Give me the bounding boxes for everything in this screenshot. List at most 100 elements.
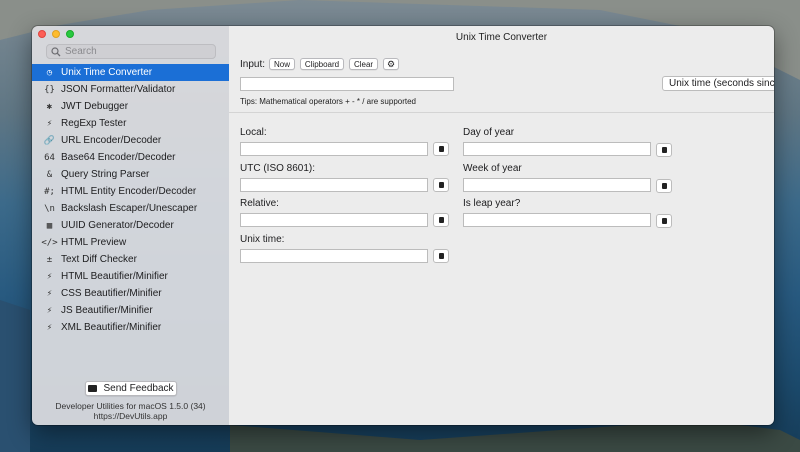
sidebar-item-label: XML Beautifier/Minifier bbox=[61, 322, 162, 333]
sidebar-item[interactable]: ▦ UUID Generator/Decoder bbox=[32, 217, 229, 234]
leap-year-label: Is leap year? bbox=[463, 198, 521, 209]
copy-icon bbox=[438, 253, 444, 259]
copy-day-of-year-button[interactable] bbox=[656, 143, 672, 157]
relative-label: Relative: bbox=[240, 198, 279, 209]
sidebar-item[interactable]: ⚡ JS Beautifier/Minifier bbox=[32, 302, 229, 319]
leap-year-output[interactable] bbox=[463, 213, 651, 227]
base64-icon: 64 bbox=[44, 152, 55, 163]
sidebar-item[interactable]: ⚡ XML Beautifier/Minifier bbox=[32, 319, 229, 336]
utc-label: UTC (ISO 8601): bbox=[240, 163, 316, 174]
sidebar-item[interactable]: & Query String Parser bbox=[32, 166, 229, 183]
link-icon: 🔗 bbox=[43, 135, 56, 146]
copy-local-button[interactable] bbox=[433, 142, 449, 156]
sidebar-item[interactable]: #; HTML Entity Encoder/Decoder bbox=[32, 183, 229, 200]
now-button[interactable]: Now bbox=[269, 58, 295, 70]
sidebar: Search ◷ Unix Time Converter {} JSON Format… bbox=[32, 26, 229, 425]
copy-icon bbox=[438, 182, 444, 188]
sidebar-item-label: URL Encoder/Decoder bbox=[61, 135, 162, 146]
sidebar-item-label: Backslash Escaper/Unescaper bbox=[61, 203, 198, 214]
copy-icon bbox=[661, 183, 667, 189]
wand-icon: ⚡ bbox=[46, 288, 53, 299]
unix-time-output[interactable] bbox=[240, 249, 428, 263]
input-format-select[interactable]: Unix time (seconds since epoch) ▲▼ bbox=[662, 76, 774, 91]
local-label: Local: bbox=[240, 127, 267, 138]
sidebar-item-label: HTML Beautifier/Minifier bbox=[61, 271, 168, 282]
sidebar-item[interactable]: 64 Base64 Encoder/Decoder bbox=[32, 149, 229, 166]
week-of-year-output[interactable] bbox=[463, 178, 651, 192]
wand-icon: ⚡ bbox=[46, 305, 53, 316]
tips-text: Tips: Mathematical operators + - * / are… bbox=[240, 97, 417, 106]
clipboard-button[interactable]: Clipboard bbox=[300, 58, 344, 70]
day-of-year-label: Day of year bbox=[463, 127, 515, 138]
send-feedback-button[interactable]: Send Feedback bbox=[85, 381, 177, 396]
close-window-button[interactable] bbox=[38, 30, 46, 38]
divider bbox=[229, 112, 774, 113]
braces-icon: {} bbox=[44, 84, 55, 95]
ampersand-icon: & bbox=[46, 169, 53, 180]
search-field[interactable]: Search bbox=[46, 44, 216, 59]
settings-gear-icon[interactable]: ⚙ bbox=[383, 58, 399, 70]
sidebar-item-label: RegExp Tester bbox=[61, 118, 127, 129]
sidebar-item[interactable]: </> HTML Preview bbox=[32, 234, 229, 251]
sidebar-item-label: Text Diff Checker bbox=[61, 254, 137, 265]
code-icon: </> bbox=[41, 237, 58, 248]
hash-icon: #; bbox=[44, 186, 55, 197]
sidebar-item[interactable]: {} JSON Formatter/Validator bbox=[32, 81, 229, 98]
copy-relative-button[interactable] bbox=[433, 213, 449, 227]
copy-week-of-year-button[interactable] bbox=[656, 179, 672, 193]
copy-icon bbox=[661, 147, 667, 153]
website-link[interactable]: https://DevUtils.app bbox=[32, 411, 229, 421]
sidebar-item-label: HTML Preview bbox=[61, 237, 127, 248]
input-label: Input: bbox=[240, 59, 266, 70]
sidebar-item-label: Query String Parser bbox=[61, 169, 150, 180]
backslash-icon: \n bbox=[44, 203, 55, 214]
sidebar-item-label: HTML Entity Encoder/Decoder bbox=[61, 186, 197, 197]
sidebar-item-label: CSS Beautifier/Minifier bbox=[61, 288, 162, 299]
send-feedback-label: Send Feedback bbox=[103, 383, 174, 394]
sidebar-item[interactable]: 🔗 URL Encoder/Decoder bbox=[32, 132, 229, 149]
copy-leap-year-button[interactable] bbox=[656, 214, 672, 228]
wand-icon: ⚡ bbox=[46, 118, 53, 129]
minimize-window-button[interactable] bbox=[52, 30, 60, 38]
maximize-window-button[interactable] bbox=[66, 30, 74, 38]
copy-icon bbox=[438, 217, 444, 223]
sidebar-item[interactable]: ⚡ CSS Beautifier/Minifier bbox=[32, 285, 229, 302]
sidebar-item-label: Unix Time Converter bbox=[61, 67, 153, 78]
uuid-icon: ▦ bbox=[46, 220, 53, 231]
clear-button[interactable]: Clear bbox=[349, 58, 378, 70]
sidebar-item-label: JWT Debugger bbox=[61, 101, 129, 112]
sidebar-item[interactable]: ⚡ HTML Beautifier/Minifier bbox=[32, 268, 229, 285]
copy-icon bbox=[438, 146, 444, 152]
window-controls bbox=[38, 30, 74, 38]
wand-icon: ⚡ bbox=[46, 322, 53, 333]
sidebar-item[interactable]: ✱ JWT Debugger bbox=[32, 98, 229, 115]
sidebar-item[interactable]: ⚡ RegExp Tester bbox=[32, 115, 229, 132]
unix-time-label: Unix time: bbox=[240, 234, 285, 245]
window-title: Unix Time Converter bbox=[455, 32, 548, 43]
tool-list: ◷ Unix Time Converter {} JSON Formatter/Val… bbox=[32, 64, 229, 336]
local-output[interactable] bbox=[240, 142, 428, 156]
search-icon bbox=[51, 46, 61, 56]
sidebar-item-label: Base64 Encoder/Decoder bbox=[61, 152, 176, 163]
search-placeholder: Search bbox=[65, 46, 97, 57]
sidebar-item[interactable]: ± Text Diff Checker bbox=[32, 251, 229, 268]
copy-unix-time-button[interactable] bbox=[433, 249, 449, 263]
diff-icon: ± bbox=[46, 254, 53, 265]
day-of-year-output[interactable] bbox=[463, 142, 651, 156]
sidebar-item[interactable]: ◷ Unix Time Converter bbox=[32, 64, 229, 81]
clock-icon: ◷ bbox=[46, 67, 53, 78]
version-text: Developer Utilities for macOS 1.5.0 (34) bbox=[55, 401, 206, 411]
app-version-footer: Developer Utilities for macOS 1.5.0 (34)… bbox=[32, 401, 229, 421]
input-field[interactable] bbox=[240, 77, 454, 91]
copy-utc-button[interactable] bbox=[433, 178, 449, 192]
relative-output[interactable] bbox=[240, 213, 428, 227]
jwt-icon: ✱ bbox=[46, 101, 53, 112]
wand-icon: ⚡ bbox=[46, 271, 53, 282]
sidebar-item-label: JS Beautifier/Minifier bbox=[61, 305, 153, 316]
main-panel: Unix Time Converter Input: Now Clipboard… bbox=[229, 26, 774, 425]
sidebar-item-label: JSON Formatter/Validator bbox=[61, 84, 176, 95]
app-window: Search ◷ Unix Time Converter {} JSON Format… bbox=[32, 26, 774, 425]
week-of-year-label: Week of year bbox=[463, 163, 522, 174]
sidebar-item[interactable]: \n Backslash Escaper/Unescaper bbox=[32, 200, 229, 217]
utc-output[interactable] bbox=[240, 178, 428, 192]
